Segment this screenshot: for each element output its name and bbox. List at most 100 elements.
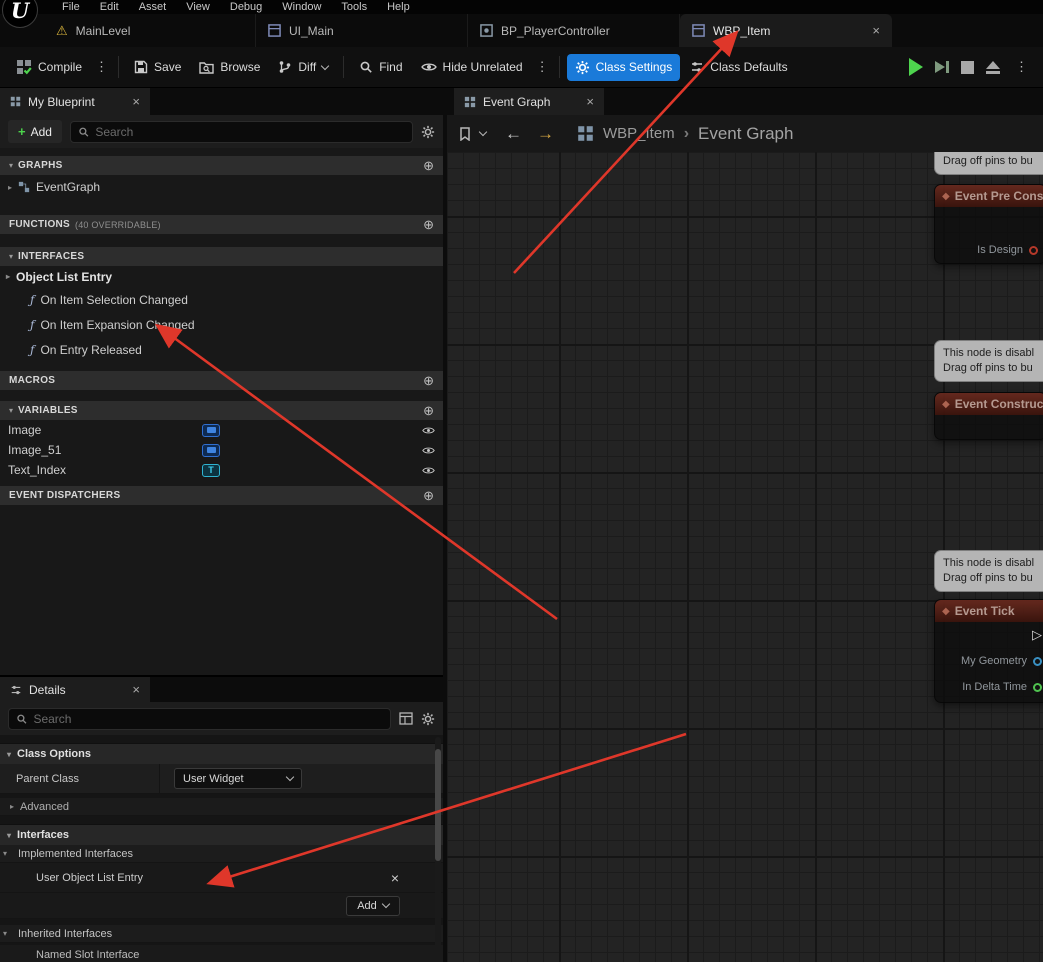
add-function-icon[interactable]: ⊕ xyxy=(423,217,434,233)
section-macros[interactable]: MACROS ⊕ xyxy=(0,371,443,390)
float-output-pin[interactable] xyxy=(1033,682,1042,692)
scrollbar-thumb[interactable] xyxy=(435,749,441,861)
add-graph-icon[interactable]: ⊕ xyxy=(423,158,434,174)
tab-details[interactable]: Details × xyxy=(0,677,150,702)
asset-tab-ui-main[interactable]: UI_Main xyxy=(256,14,468,47)
compile-button[interactable]: Compile xyxy=(8,53,90,81)
add-variable-icon[interactable]: ⊕ xyxy=(423,403,434,419)
eventgraph-item[interactable]: ▸ EventGraph xyxy=(0,175,443,199)
interface-group-object-list-entry[interactable]: ▸ Object List Entry xyxy=(0,266,443,287)
section-interfaces[interactable]: ▾ INTERFACES xyxy=(0,247,443,266)
interface-item-on-item-selection-changed[interactable]: ƒ On Item Selection Changed xyxy=(0,287,443,312)
play-icon[interactable] xyxy=(909,58,923,76)
class-defaults-button[interactable]: Class Defaults xyxy=(682,54,795,80)
hide-unrelated-options-icon[interactable]: ⋮ xyxy=(533,59,552,75)
visibility-eye-icon[interactable] xyxy=(422,466,435,475)
node-event-pre-construct[interactable]: ◆ Event Pre Cons Is Design xyxy=(934,184,1043,264)
section-event-dispatchers[interactable]: EVENT DISPATCHERS ⊕ xyxy=(0,486,443,505)
graph-icon xyxy=(18,181,30,193)
tab-event-graph[interactable]: Event Graph × xyxy=(454,88,604,115)
add-label: Add xyxy=(30,124,52,139)
nav-forward-button[interactable]: → xyxy=(537,124,554,144)
menu-item-view[interactable]: View xyxy=(176,1,220,14)
menu-item-help[interactable]: Help xyxy=(377,1,420,14)
details-view-options-icon[interactable] xyxy=(399,712,413,725)
hide-unrelated-button[interactable]: Hide Unrelated xyxy=(413,54,531,80)
breadcrumb-asset[interactable]: WBP_Item xyxy=(603,125,675,142)
caret-down-icon: ▾ xyxy=(9,161,14,170)
variable-row-image[interactable]: Image xyxy=(0,420,443,440)
frame-skip-icon[interactable] xyxy=(935,61,949,73)
nav-back-button[interactable]: ← xyxy=(505,124,522,144)
toolbar-separator xyxy=(558,56,560,78)
add-interface-button[interactable]: Add xyxy=(346,895,400,916)
visibility-eye-icon[interactable] xyxy=(422,426,435,435)
category-interfaces[interactable]: ▾ Interfaces xyxy=(0,824,443,845)
menu-item-asset[interactable]: Asset xyxy=(129,1,177,14)
menu-item-edit[interactable]: Edit xyxy=(90,1,129,14)
inherited-interface-named-slot[interactable]: Named Slot Interface xyxy=(0,945,443,962)
variable-row-image-51[interactable]: Image_51 xyxy=(0,440,443,460)
node-event-tick[interactable]: ◆ Event Tick ▷ My Geometry In Delta Time xyxy=(934,599,1043,703)
close-icon[interactable]: × xyxy=(132,682,140,697)
close-icon[interactable]: × xyxy=(132,94,140,109)
class-settings-button[interactable]: Class Settings xyxy=(566,53,681,81)
add-button[interactable]: + Add xyxy=(8,120,62,143)
menu-item-window[interactable]: Window xyxy=(272,1,331,14)
search-input[interactable] xyxy=(33,711,383,726)
section-variables[interactable]: ▾ VARIABLES ⊕ xyxy=(0,401,443,420)
eject-icon[interactable] xyxy=(986,60,1000,74)
variable-row-text-index[interactable]: Text_Index T xyxy=(0,460,443,480)
implemented-interface-user-object-list-entry[interactable]: User Object List Entry × xyxy=(0,863,443,893)
interface-item-on-item-expansion-changed[interactable]: ƒ On Item Expansion Changed xyxy=(0,312,443,337)
geometry-output-pin[interactable] xyxy=(1033,656,1042,666)
node-event-construct[interactable]: ◆ Event Construc xyxy=(934,392,1043,440)
diff-button[interactable]: Diff xyxy=(270,54,336,80)
find-button[interactable]: Find xyxy=(351,54,410,80)
stop-icon[interactable] xyxy=(961,60,974,74)
exec-output-pin[interactable]: ▷ xyxy=(1032,627,1042,643)
compile-options-icon[interactable]: ⋮ xyxy=(92,59,111,75)
interface-function-icon: ƒ xyxy=(30,292,35,307)
browse-button[interactable]: Browse xyxy=(191,54,268,80)
asset-tab-bp-playercontroller[interactable]: BP_PlayerController xyxy=(468,14,680,47)
close-icon[interactable]: × xyxy=(872,23,880,38)
close-icon[interactable]: × xyxy=(586,94,594,109)
add-macro-icon[interactable]: ⊕ xyxy=(423,373,434,389)
details-search[interactable] xyxy=(8,707,391,730)
section-graphs[interactable]: ▾ GRAPHS ⊕ xyxy=(0,156,443,175)
parent-class-dropdown[interactable]: User Widget xyxy=(174,768,302,789)
breadcrumb-graph: Event Graph xyxy=(698,123,794,143)
pin-label: In Delta Time xyxy=(962,681,1027,693)
interface-item-on-entry-released[interactable]: ƒ On Entry Released xyxy=(0,337,443,362)
tab-my-blueprint[interactable]: My Blueprint × xyxy=(0,88,150,115)
implemented-interfaces-row[interactable]: ▾ Implemented Interfaces xyxy=(0,845,443,863)
category-class-options[interactable]: ▾ Class Options xyxy=(0,743,443,764)
my-blueprint-search[interactable] xyxy=(69,120,413,143)
bookmark-icon[interactable] xyxy=(459,126,471,141)
inherited-interfaces-row[interactable]: ▾ Inherited Interfaces xyxy=(0,925,443,943)
advanced-row[interactable]: ▸ Advanced xyxy=(0,798,443,816)
details-settings-gear-icon[interactable] xyxy=(421,712,435,726)
text-type-icon[interactable]: T xyxy=(202,463,220,477)
add-event-dispatcher-icon[interactable]: ⊕ xyxy=(423,488,434,504)
search-icon xyxy=(17,714,27,724)
section-title: VARIABLES xyxy=(18,405,78,416)
menu-item-file[interactable]: File xyxy=(52,1,90,14)
bool-output-pin[interactable] xyxy=(1029,245,1038,255)
panel-settings-gear-icon[interactable] xyxy=(421,125,435,139)
save-button[interactable]: Save xyxy=(126,54,189,80)
remove-interface-icon[interactable]: × xyxy=(391,870,399,886)
play-options-icon[interactable]: ⋮ xyxy=(1012,59,1031,75)
image-type-icon[interactable] xyxy=(202,443,220,457)
section-functions[interactable]: FUNCTIONS (40 OVERRIDABLE) ⊕ xyxy=(0,215,443,234)
asset-tab-wbp-item[interactable]: WBP_Item × xyxy=(680,14,892,47)
menu-item-debug[interactable]: Debug xyxy=(220,1,272,14)
caret-down-icon: ▾ xyxy=(3,849,8,858)
chevron-down-icon[interactable] xyxy=(478,127,488,137)
visibility-eye-icon[interactable] xyxy=(422,446,435,455)
menu-item-tools[interactable]: Tools xyxy=(331,1,377,14)
asset-tab-mainlevel[interactable]: ⚠ MainLevel xyxy=(44,14,256,47)
search-input[interactable] xyxy=(95,124,405,139)
image-type-icon[interactable] xyxy=(202,423,220,437)
